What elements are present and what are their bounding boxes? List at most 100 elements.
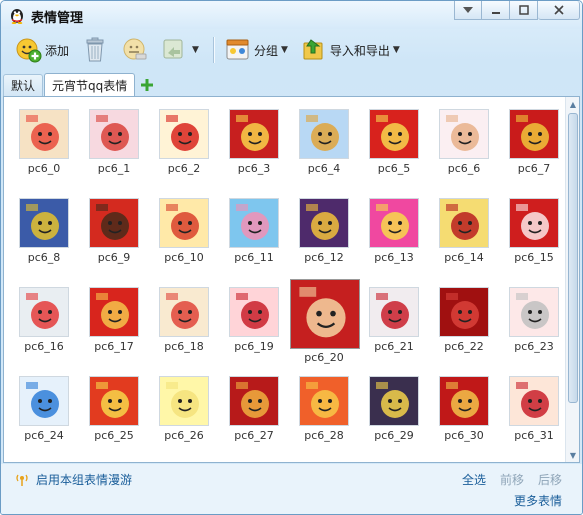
minimize-button[interactable] <box>482 1 510 20</box>
edit-emoticon-button[interactable] <box>117 34 153 66</box>
vertical-scrollbar[interactable]: ▲ ▼ <box>565 97 579 462</box>
add-button[interactable]: 添加 <box>11 34 73 66</box>
scroll-up-icon[interactable]: ▲ <box>566 97 579 111</box>
emoticon-item[interactable]: pc6_1 <box>79 97 149 185</box>
emoticon-item[interactable]: pc6_10 <box>149 186 219 274</box>
emoticon-thumbnail <box>509 109 559 159</box>
emoticon-thumbnail <box>299 376 349 426</box>
emoticon-item[interactable]: pc6_29 <box>359 364 429 452</box>
emoticon-item[interactable]: pc6_6 <box>429 97 499 185</box>
emoticon-item[interactable]: pc6_31 <box>499 364 569 452</box>
emoticon-item[interactable]: pc6_13 <box>359 186 429 274</box>
qq-penguin-icon <box>11 9 23 24</box>
emoticon-item[interactable]: pc6_30 <box>429 364 499 452</box>
emoticon-label: pc6_14 <box>444 251 484 264</box>
emoticon-item[interactable]: pc6_20 <box>289 275 360 364</box>
roaming-label: 启用本组表情漫游 <box>36 473 133 487</box>
emoticon-label: pc6_1 <box>97 162 131 175</box>
emoticon-label: pc6_10 <box>164 251 204 264</box>
close-icon <box>553 5 564 15</box>
emoticon-label: pc6_27 <box>234 429 274 442</box>
emoticon-item[interactable]: pc6_21 <box>359 275 429 363</box>
emoticon-label: pc6_3 <box>237 162 271 175</box>
emoticon-item[interactable]: pc6_4 <box>289 97 359 185</box>
emoticon-label: pc6_7 <box>517 162 551 175</box>
emoticon-item[interactable]: pc6_22 <box>429 275 499 363</box>
title-bar[interactable]: 表情管理 <box>1 1 582 29</box>
emoticon-item[interactable]: pc6_7 <box>499 97 569 185</box>
emoticon-item[interactable]: pc6_18 <box>149 275 219 363</box>
emoticon-thumbnail <box>89 109 139 159</box>
add-label: 添加 <box>45 43 70 58</box>
tab-label: 默认 <box>11 79 36 93</box>
emoticon-item[interactable]: pc6_17 <box>79 275 149 363</box>
more-emoticons-link[interactable]: 更多表情 <box>514 492 562 509</box>
group-button[interactable]: 分组 ▼ <box>220 34 292 66</box>
emoticon-thumbnail <box>369 376 419 426</box>
tab-lantern-festival[interactable]: 元宵节qq表情 <box>44 73 136 96</box>
emoticon-label: pc6_0 <box>27 162 61 175</box>
emoticon-label: pc6_15 <box>514 251 554 264</box>
emoticon-item[interactable]: pc6_28 <box>289 364 359 452</box>
emoticon-label: pc6_31 <box>514 429 554 442</box>
trash-icon <box>81 36 109 64</box>
emoticon-label: pc6_23 <box>514 340 554 353</box>
toolbar: 添加 ▼ 分组 ▼ 导入和导出 ▼ <box>1 29 582 71</box>
emoticon-item[interactable]: pc6_14 <box>429 186 499 274</box>
move-emoticon-button[interactable]: ▼ <box>157 34 203 66</box>
roaming-link[interactable]: 启用本组表情漫游 <box>15 471 132 488</box>
emoticon-item[interactable]: pc6_8 <box>9 186 79 274</box>
plus-icon <box>141 79 154 91</box>
emoticon-thumbnail <box>89 198 139 248</box>
emoticon-label: pc6_24 <box>24 429 64 442</box>
emoticon-thumbnail <box>439 376 489 426</box>
emoticon-thumbnail <box>229 198 279 248</box>
emoticon-item[interactable]: pc6_27 <box>219 364 289 452</box>
roaming-signal-icon <box>16 474 28 486</box>
emoticon-thumbnail <box>439 109 489 159</box>
emoticon-label: pc6_19 <box>234 340 274 353</box>
emoticon-item[interactable]: pc6_26 <box>149 364 219 452</box>
add-emoticon-icon <box>15 36 43 64</box>
close-button[interactable] <box>538 1 580 20</box>
emoticon-label: pc6_9 <box>97 251 131 264</box>
emoticon-item[interactable]: pc6_23 <box>499 275 569 363</box>
tab-default[interactable]: 默认 <box>3 74 44 96</box>
move-back-link[interactable]: 后移 <box>538 471 562 488</box>
emoticon-item[interactable]: pc6_24 <box>9 364 79 452</box>
delete-button[interactable] <box>77 34 113 66</box>
emoticon-item[interactable]: pc6_11 <box>219 186 289 274</box>
emoticon-thumbnail <box>369 198 419 248</box>
import-export-button[interactable]: 导入和导出 ▼ <box>296 34 404 66</box>
emoticon-item[interactable]: pc6_12 <box>289 186 359 274</box>
emoticon-thumbnail <box>369 109 419 159</box>
emoticon-item[interactable]: pc6_9 <box>79 186 149 274</box>
emoticon-item[interactable]: pc6_0 <box>9 97 79 185</box>
chevron-down-icon: ▼ <box>392 45 400 55</box>
emoticon-item[interactable]: pc6_3 <box>219 97 289 185</box>
emoticon-label: pc6_18 <box>164 340 204 353</box>
emoticon-item[interactable]: pc6_19 <box>219 275 289 363</box>
emoticon-thumbnail <box>369 287 419 337</box>
emoticon-thumbnail <box>89 287 139 337</box>
scroll-down-icon[interactable]: ▼ <box>566 448 579 462</box>
select-all-link[interactable]: 全选 <box>462 471 486 488</box>
emoticon-item[interactable]: pc6_2 <box>149 97 219 185</box>
emoticon-item[interactable]: pc6_5 <box>359 97 429 185</box>
chevron-down-icon: ▼ <box>192 45 199 55</box>
emoticon-label: pc6_17 <box>94 340 134 353</box>
toolbar-divider <box>212 37 214 63</box>
emoticon-thumbnail <box>509 376 559 426</box>
emoticon-item[interactable]: pc6_25 <box>79 364 149 452</box>
emoticon-item[interactable]: pc6_16 <box>9 275 79 363</box>
scrollbar-thumb[interactable] <box>568 113 578 403</box>
emoticon-thumbnail <box>299 109 349 159</box>
menu-window-button[interactable] <box>454 1 482 20</box>
emoticon-item[interactable]: pc6_15 <box>499 186 569 274</box>
move-forward-link[interactable]: 前移 <box>500 471 524 488</box>
emoticon-thumbnail <box>509 287 559 337</box>
maximize-button[interactable] <box>510 1 538 20</box>
add-group-button[interactable] <box>136 74 158 96</box>
footer: 启用本组表情漫游 全选 前移 后移 更多表情 <box>1 464 582 514</box>
emoticon-thumbnail <box>439 287 489 337</box>
